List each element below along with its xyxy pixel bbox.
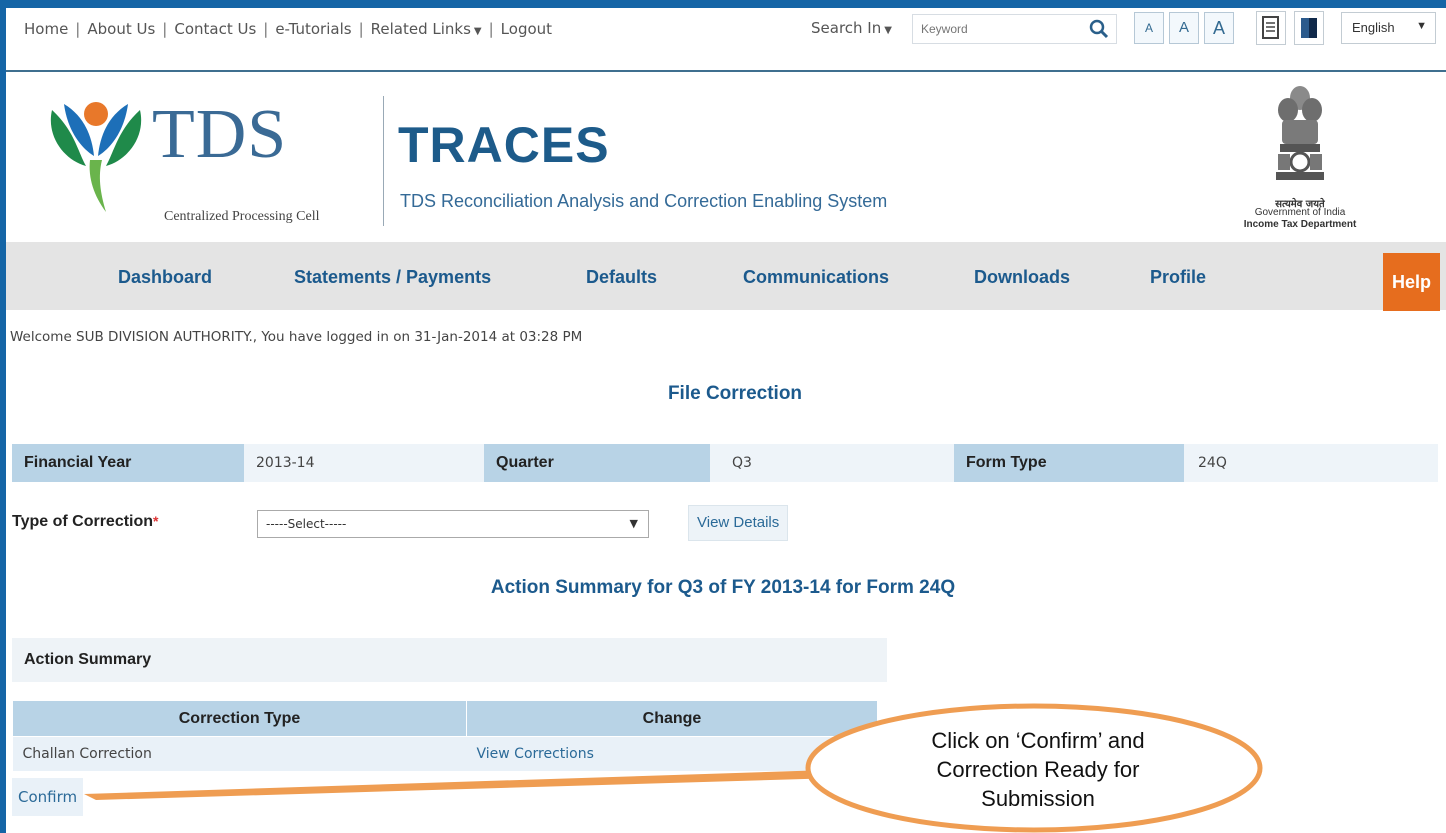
callout-annotation	[84, 703, 1263, 833]
callout-line: Submission	[981, 786, 1095, 811]
callout-line: Click on ‘Confirm’ and	[931, 728, 1145, 753]
callout-pointer	[84, 770, 838, 800]
callout-line: Correction Ready for	[936, 757, 1140, 782]
callout-text: Click on ‘Confirm’ and Correction Ready …	[888, 726, 1188, 813]
